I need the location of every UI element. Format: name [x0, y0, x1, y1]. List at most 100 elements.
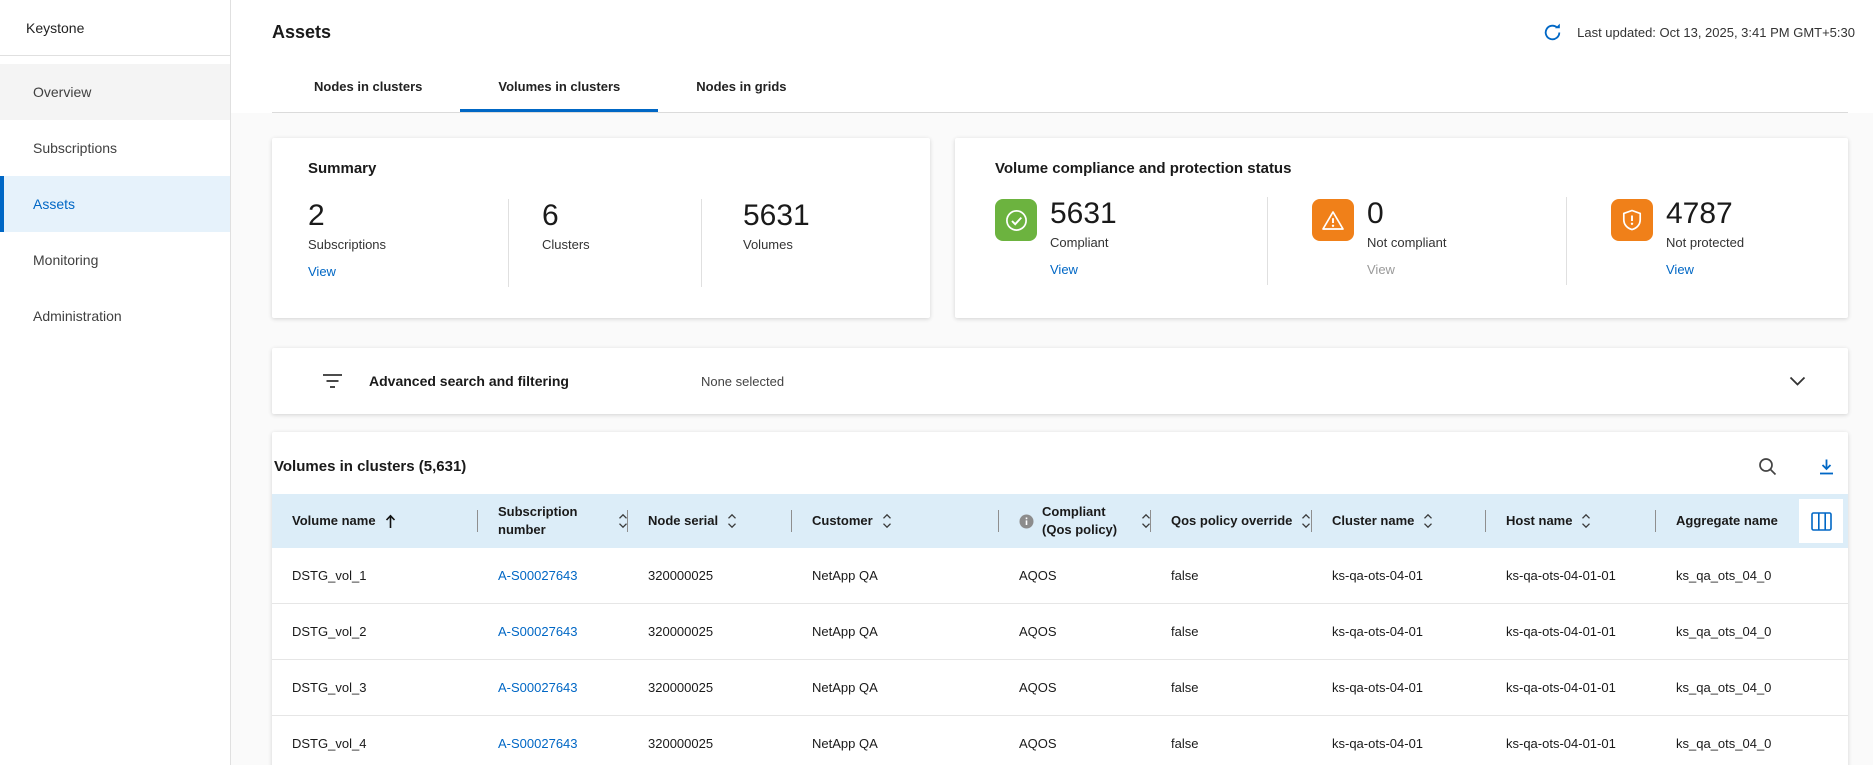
tab-volumes-in-clusters[interactable]: Volumes in clusters	[460, 64, 658, 112]
cards-row: Summary 2 Subscriptions View 6 Clusters	[272, 138, 1848, 318]
cell-subscription-number: A-S00027643	[478, 660, 628, 715]
cell-compliant-qos: AQOS	[999, 716, 1151, 765]
column-header-subscription-number[interactable]: Subscription number	[478, 494, 628, 548]
volumes-table-section: Volumes in clusters (5,631) Volume name	[272, 432, 1848, 765]
table-title-row: Volumes in clusters (5,631)	[272, 432, 1848, 494]
subscription-link[interactable]: A-S00027643	[498, 568, 578, 583]
main-area: Assets Last updated: Oct 13, 2025, 3:41 …	[231, 0, 1873, 765]
sidebar-nav: Overview Subscriptions Assets Monitoring…	[0, 56, 230, 344]
sort-icon[interactable]	[727, 513, 737, 529]
view-not-compliant-link: View	[1367, 262, 1395, 277]
chevron-down-icon[interactable]	[1789, 376, 1806, 386]
sidebar-item-monitoring[interactable]: Monitoring	[0, 232, 230, 288]
tab-label: Volumes in clusters	[498, 79, 620, 94]
compliance-card: Volume compliance and protection status …	[955, 138, 1848, 318]
summary-stats: 2 Subscriptions View 6 Clusters 5631 V	[308, 199, 930, 287]
sidebar-item-label: Subscriptions	[33, 140, 117, 156]
sort-icon[interactable]	[1301, 513, 1311, 529]
cell-cluster-name: ks-qa-ots-04-01	[1312, 716, 1486, 765]
sidebar: Keystone Overview Subscriptions Assets M…	[0, 0, 231, 765]
cell-compliant-qos: AQOS	[999, 660, 1151, 715]
cell-node-serial: 320000025	[628, 548, 792, 603]
shield-icon	[1611, 199, 1653, 241]
view-not-protected-link[interactable]: View	[1666, 262, 1694, 277]
column-picker-icon	[1811, 512, 1832, 531]
column-header-customer[interactable]: Customer	[792, 494, 999, 548]
sidebar-item-label: Administration	[33, 308, 122, 324]
column-label: Compliant (Qos policy)	[1042, 503, 1132, 538]
cell-qos-override: false	[1151, 548, 1312, 603]
summary-card: Summary 2 Subscriptions View 6 Clusters	[272, 138, 930, 318]
cell-customer: NetApp QA	[792, 716, 999, 765]
table-actions	[1758, 457, 1836, 476]
cell-host-name: ks-qa-ots-04-01-01	[1486, 548, 1656, 603]
sidebar-item-overview[interactable]: Overview	[0, 64, 230, 120]
cell-host-name: ks-qa-ots-04-01-01	[1486, 660, 1656, 715]
cell-node-serial: 320000025	[628, 660, 792, 715]
tab-nodes-in-clusters[interactable]: Nodes in clusters	[276, 64, 460, 112]
column-label: Host name	[1506, 512, 1572, 530]
app-root: Keystone Overview Subscriptions Assets M…	[0, 0, 1873, 765]
not-compliant-label: Not compliant	[1367, 235, 1446, 250]
not-protected-stat: 4787 Not protected View	[1567, 197, 1848, 285]
cell-host-name: ks-qa-ots-04-01-01	[1486, 604, 1656, 659]
content: Summary 2 Subscriptions View 6 Clusters	[231, 113, 1873, 765]
sort-icon[interactable]	[882, 513, 892, 529]
sidebar-item-subscriptions[interactable]: Subscriptions	[0, 120, 230, 176]
column-label: Node serial	[648, 512, 718, 530]
sort-icon[interactable]	[1581, 513, 1591, 529]
cell-cluster-name: ks-qa-ots-04-01	[1312, 604, 1486, 659]
compliant-label: Compliant	[1050, 235, 1117, 250]
tab-nodes-in-grids[interactable]: Nodes in grids	[658, 64, 824, 112]
table-header-row: Volume name Subscription number Node ser…	[272, 494, 1848, 548]
app-title: Keystone	[0, 0, 230, 56]
last-updated-text: Last updated: Oct 13, 2025, 3:41 PM GMT+…	[1577, 25, 1855, 40]
column-header-compliant-qos[interactable]: Compliant (Qos policy)	[999, 494, 1151, 548]
sidebar-item-assets[interactable]: Assets	[0, 176, 230, 232]
not-compliant-count: 0	[1367, 197, 1446, 232]
column-header-volume-name[interactable]: Volume name	[272, 494, 478, 548]
cell-qos-override: false	[1151, 604, 1312, 659]
subscription-link[interactable]: A-S00027643	[498, 680, 578, 695]
sort-icon[interactable]	[1423, 513, 1433, 529]
column-picker-button[interactable]	[1799, 499, 1843, 543]
view-subscriptions-link[interactable]: View	[308, 264, 336, 279]
column-header-qos-policy-override[interactable]: Qos policy override	[1151, 494, 1312, 548]
volumes-stat: 5631 Volumes	[702, 199, 810, 287]
compliant-stat: 5631 Compliant View	[995, 197, 1267, 285]
page-title: Assets	[272, 22, 331, 43]
column-label: Volume name	[292, 512, 376, 530]
cell-volume-name: DSTG_vol_3	[272, 660, 478, 715]
volumes-count: 5631	[743, 199, 810, 234]
cell-aggregate-name: ks_qa_ots_04_0	[1656, 548, 1848, 603]
subscription-link[interactable]: A-S00027643	[498, 624, 578, 639]
compliant-text: 5631 Compliant View	[1050, 197, 1117, 285]
column-header-node-serial[interactable]: Node serial	[628, 494, 792, 548]
search-button[interactable]	[1758, 457, 1777, 476]
cell-node-serial: 320000025	[628, 604, 792, 659]
warning-triangle-icon	[1312, 199, 1354, 241]
cell-subscription-number: A-S00027643	[478, 716, 628, 765]
cell-cluster-name: ks-qa-ots-04-01	[1312, 660, 1486, 715]
sort-ascending-icon[interactable]	[385, 514, 396, 529]
column-header-host-name[interactable]: Host name	[1486, 494, 1656, 548]
sidebar-item-administration[interactable]: Administration	[0, 288, 230, 344]
column-header-cluster-name[interactable]: Cluster name	[1312, 494, 1486, 548]
column-label: Subscription number	[498, 503, 609, 538]
table-row: DSTG_vol_1 A-S00027643 320000025 NetApp …	[272, 548, 1848, 604]
cell-volume-name: DSTG_vol_4	[272, 716, 478, 765]
cell-host-name: ks-qa-ots-04-01-01	[1486, 716, 1656, 765]
not-compliant-stat: 0 Not compliant View	[1268, 197, 1566, 285]
subscription-link[interactable]: A-S00027643	[498, 736, 578, 751]
cell-volume-name: DSTG_vol_2	[272, 604, 478, 659]
advanced-search-bar[interactable]: Advanced search and filtering None selec…	[272, 348, 1848, 414]
tab-label: Nodes in grids	[696, 79, 786, 94]
view-compliant-link[interactable]: View	[1050, 262, 1078, 277]
not-compliant-text: 0 Not compliant View	[1367, 197, 1446, 285]
clusters-stat: 6 Clusters	[509, 199, 701, 287]
volumes-label: Volumes	[743, 237, 810, 252]
refresh-button[interactable]	[1542, 22, 1563, 43]
info-icon[interactable]	[1019, 514, 1034, 529]
summary-card-title: Summary	[308, 160, 930, 177]
download-button[interactable]	[1817, 457, 1836, 476]
